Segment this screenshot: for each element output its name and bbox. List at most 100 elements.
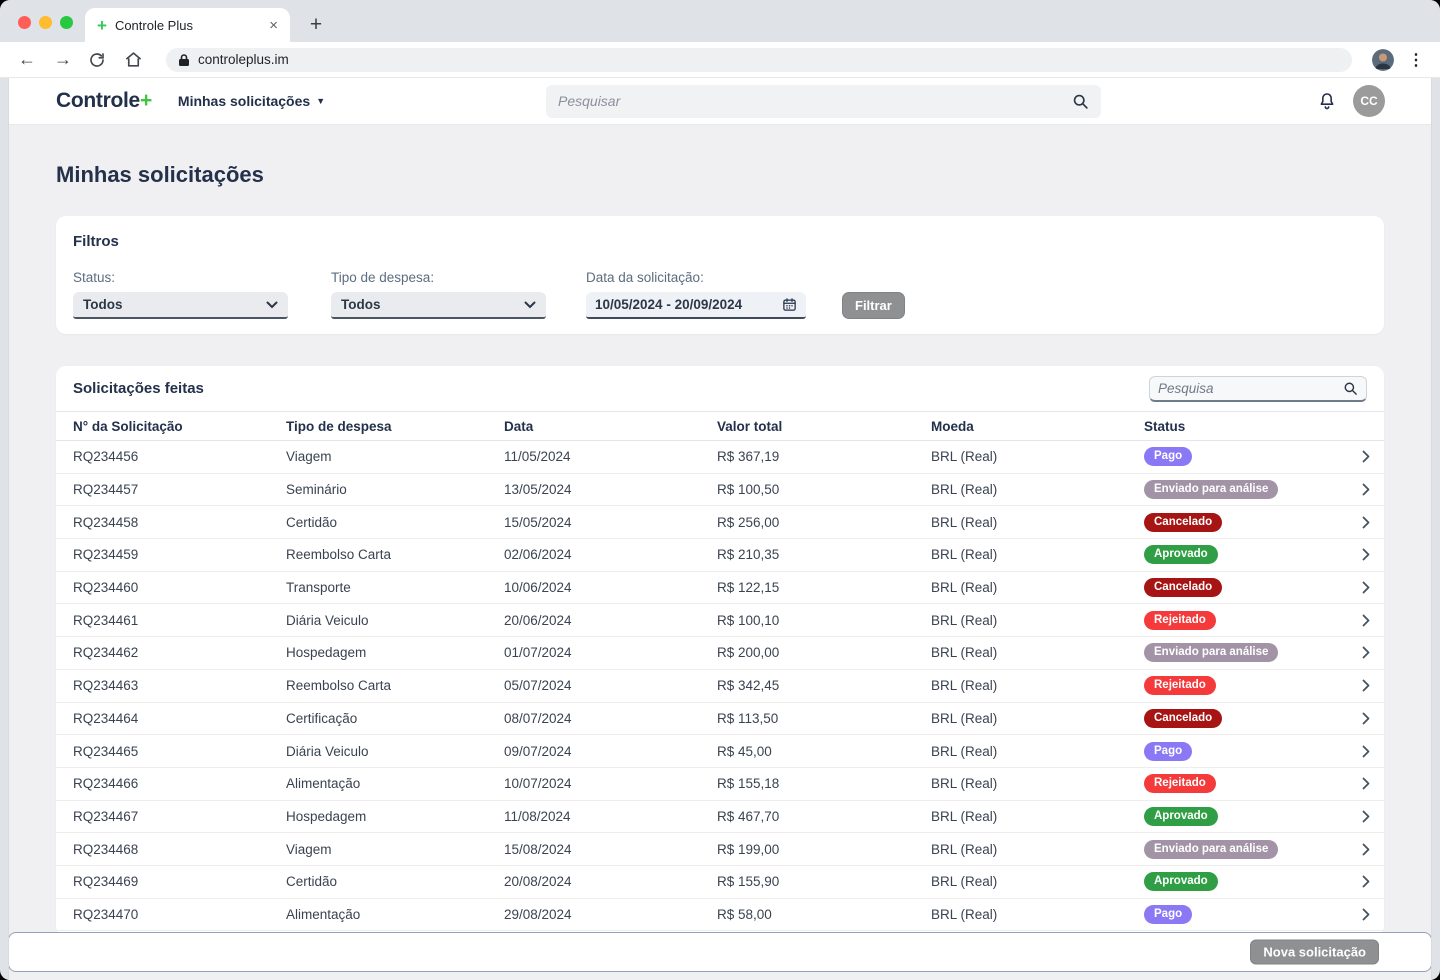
nav-minhas-solicitacoes[interactable]: Minhas solicitações ▼ [178, 93, 325, 109]
table-row[interactable]: RQ234459 Reembolso Carta 02/06/2024 R$ 2… [56, 539, 1384, 572]
expense-type-filter-label: Tipo de despesa: [331, 270, 586, 285]
zoom-window-button[interactable] [60, 16, 73, 29]
table-row[interactable]: RQ234456 Viagem 11/05/2024 R$ 367,19 BRL… [56, 441, 1384, 474]
request-date: 13/05/2024 [504, 482, 717, 497]
expense-type: Reembolso Carta [286, 547, 504, 562]
browser-profile-avatar[interactable] [1372, 49, 1394, 71]
table-row[interactable]: RQ234457 Seminário 13/05/2024 R$ 100,50 … [56, 474, 1384, 507]
minimize-window-button[interactable] [39, 16, 52, 29]
expense-type: Diária Veiculo [286, 744, 504, 759]
request-id: RQ234464 [73, 711, 286, 726]
forward-icon[interactable]: → [52, 49, 74, 70]
back-icon[interactable]: ← [16, 49, 38, 70]
table-row[interactable]: RQ234468 Viagem 15/08/2024 R$ 199,00 BRL… [56, 833, 1384, 866]
total-value: R$ 58,00 [717, 907, 931, 922]
expense-type: Diária Veiculo [286, 613, 504, 628]
chevron-right-icon[interactable] [1362, 810, 1370, 823]
currency: BRL (Real) [931, 547, 1144, 562]
status-badge: Rejeitado [1144, 774, 1216, 793]
chevron-right-icon[interactable] [1362, 548, 1370, 561]
page-title: Minhas solicitações [56, 162, 1384, 188]
date-range-value: 10/05/2024 - 20/09/2024 [595, 297, 742, 312]
table-row[interactable]: RQ234466 Alimentação 10/07/2024 R$ 155,1… [56, 768, 1384, 801]
currency: BRL (Real) [931, 711, 1144, 726]
address-bar[interactable]: controleplus.im [166, 48, 1352, 72]
expense-type-filter-select[interactable]: Todos [331, 292, 546, 319]
global-search-input[interactable] [558, 93, 1072, 109]
chevron-right-icon[interactable] [1362, 516, 1370, 529]
chevron-right-icon[interactable] [1362, 712, 1370, 725]
total-value: R$ 113,50 [717, 711, 931, 726]
chevron-down-icon [266, 301, 278, 309]
chevron-right-icon[interactable] [1362, 777, 1370, 790]
request-date: 11/08/2024 [504, 809, 717, 824]
col-status: Status [1144, 419, 1342, 434]
status-badge: Pago [1144, 742, 1192, 761]
chevron-right-icon[interactable] [1362, 908, 1370, 921]
table-row[interactable]: RQ234464 Certificação 08/07/2024 R$ 113,… [56, 703, 1384, 736]
main-content: Minhas solicitações Filtros Status: Todo… [9, 125, 1431, 980]
global-search[interactable] [546, 85, 1101, 118]
expense-type: Viagem [286, 449, 504, 464]
col-value: Valor total [717, 419, 931, 434]
tab-close-icon[interactable]: × [269, 17, 278, 34]
bell-icon[interactable] [1317, 91, 1337, 112]
chevron-right-icon[interactable] [1362, 483, 1370, 496]
table-row[interactable]: RQ234460 Transporte 10/06/2024 R$ 122,15… [56, 572, 1384, 605]
chevron-right-icon[interactable] [1362, 450, 1370, 463]
table-row[interactable]: RQ234469 Certidão 20/08/2024 R$ 155,90 B… [56, 866, 1384, 899]
chevron-right-icon[interactable] [1362, 646, 1370, 659]
search-icon[interactable] [1072, 93, 1089, 110]
currency: BRL (Real) [931, 515, 1144, 530]
request-id: RQ234469 [73, 874, 286, 889]
new-tab-button[interactable]: + [303, 12, 329, 38]
total-value: R$ 210,35 [717, 547, 931, 562]
table-row[interactable]: RQ234467 Hospedagem 11/08/2024 R$ 467,70… [56, 801, 1384, 834]
table-search[interactable] [1149, 376, 1367, 402]
status-badge: Rejeitado [1144, 611, 1216, 630]
browser-tab[interactable]: + Controle Plus × [85, 8, 290, 42]
table-row[interactable]: RQ234461 Diária Veiculo 20/06/2024 R$ 10… [56, 604, 1384, 637]
browser-window: + Controle Plus × + ← → contro [0, 0, 1440, 980]
search-icon[interactable] [1343, 381, 1358, 396]
table-row[interactable]: RQ234465 Diária Veiculo 09/07/2024 R$ 45… [56, 735, 1384, 768]
table-row[interactable]: RQ234462 Hospedagem 01/07/2024 R$ 200,00… [56, 637, 1384, 670]
status-badge: Cancelado [1144, 709, 1222, 728]
total-value: R$ 100,10 [717, 613, 931, 628]
browser-menu-icon[interactable]: ⋮ [1408, 50, 1424, 70]
user-avatar[interactable]: CC [1353, 85, 1385, 117]
reload-icon[interactable] [88, 51, 110, 69]
date-range-field[interactable]: 10/05/2024 - 20/09/2024 [586, 292, 806, 319]
total-value: R$ 155,18 [717, 776, 931, 791]
chevron-right-icon[interactable] [1362, 875, 1370, 888]
request-date: 02/06/2024 [504, 547, 717, 562]
expense-type: Hospedagem [286, 809, 504, 824]
close-window-button[interactable] [18, 16, 31, 29]
request-date: 01/07/2024 [504, 645, 717, 660]
expense-type: Alimentação [286, 776, 504, 791]
request-id: RQ234466 [73, 776, 286, 791]
status-badge: Enviado para análise [1144, 480, 1278, 499]
filter-button[interactable]: Filtrar [842, 292, 905, 319]
table-row[interactable]: RQ234470 Alimentação 29/08/2024 R$ 58,00… [56, 899, 1384, 932]
request-id: RQ234467 [73, 809, 286, 824]
chevron-right-icon[interactable] [1362, 581, 1370, 594]
home-icon[interactable] [124, 50, 146, 69]
chevron-right-icon[interactable] [1362, 614, 1370, 627]
app-logo[interactable]: Controle+ [56, 89, 152, 113]
chevron-right-icon[interactable] [1362, 745, 1370, 758]
chevron-right-icon[interactable] [1362, 843, 1370, 856]
status-filter-select[interactable]: Todos [73, 292, 288, 319]
calendar-icon[interactable] [782, 297, 797, 312]
currency: BRL (Real) [931, 842, 1144, 857]
request-id: RQ234458 [73, 515, 286, 530]
new-request-button[interactable]: Nova solicitação [1250, 940, 1379, 965]
table-row[interactable]: RQ234463 Reembolso Carta 05/07/2024 R$ 3… [56, 670, 1384, 703]
total-value: R$ 45,00 [717, 744, 931, 759]
expense-type: Seminário [286, 482, 504, 497]
table-row[interactable]: RQ234458 Certidão 15/05/2024 R$ 256,00 B… [56, 506, 1384, 539]
chevron-right-icon[interactable] [1362, 679, 1370, 692]
request-id: RQ234459 [73, 547, 286, 562]
status-badge: Pago [1144, 905, 1192, 924]
table-search-input[interactable] [1158, 381, 1337, 396]
